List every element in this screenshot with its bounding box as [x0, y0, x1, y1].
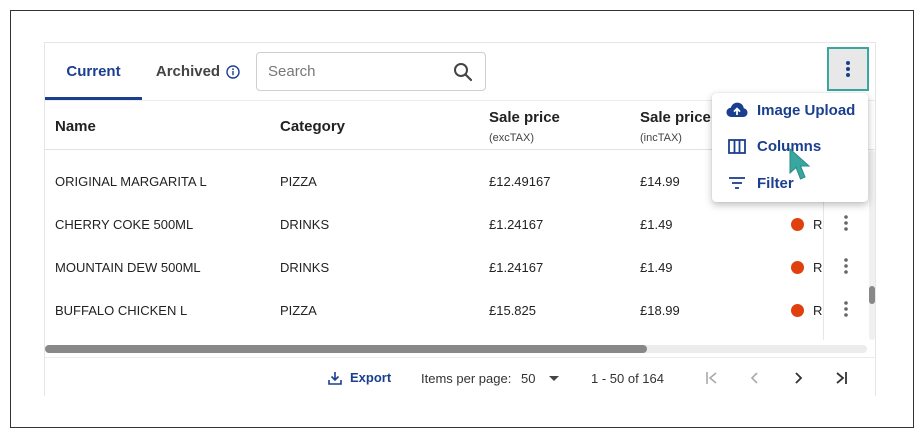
- column-header-label: Category: [280, 118, 346, 135]
- tab-archived-label: Archived: [155, 63, 221, 80]
- pagination-range: 1 - 50 of 164: [591, 371, 664, 386]
- cell-name: CHERRY COKE 500ML: [55, 217, 194, 232]
- tab-current[interactable]: Current: [45, 43, 142, 100]
- first-page-button[interactable]: [703, 369, 721, 387]
- search-icon[interactable]: [453, 62, 473, 82]
- chevron-right-icon: [795, 372, 803, 384]
- tab-current-label: Current: [66, 63, 121, 80]
- table-options-button[interactable]: [827, 47, 869, 91]
- more-vertical-icon: [846, 61, 850, 77]
- column-header-sublabel: (incTAX): [640, 132, 682, 144]
- column-header-sublabel: (excTAX): [489, 132, 535, 144]
- status-label: Re: [813, 217, 823, 232]
- column-header-name[interactable]: Name: [55, 118, 96, 135]
- cell-price-exc: £1.24167: [489, 217, 544, 232]
- vertical-scrollbar[interactable]: [869, 150, 875, 340]
- cloud-upload-icon: [726, 99, 748, 121]
- cell-price-inc: £14.99: [640, 174, 680, 189]
- table-row[interactable]: CHERRY COKE 500ML DRINKS £1.24167 £1.49 …: [45, 203, 823, 246]
- cell-name: ORIGINAL MARGARITA L: [55, 174, 207, 189]
- column-header-label: Sale price: [489, 109, 560, 126]
- export-label: Export: [350, 370, 392, 385]
- download-icon: [328, 371, 342, 385]
- mouse-cursor-icon: [789, 148, 811, 180]
- cell-category: PIZZA: [280, 174, 317, 189]
- column-header-label: Sale price: [640, 109, 711, 126]
- table-row[interactable]: MOUNTAIN DEW 500ML DRINKS £1.24167 £1.49…: [45, 246, 823, 289]
- filter-icon: [726, 172, 748, 194]
- export-button[interactable]: Export: [328, 370, 391, 385]
- cell-name: BUFFALO CHICKEN L: [55, 303, 188, 318]
- horizontal-scrollbar[interactable]: [45, 345, 867, 353]
- cell-category: PIZZA: [280, 303, 317, 318]
- column-header-sale-price-exc[interactable]: Sale price (excTAX): [489, 109, 560, 144]
- cell-category: DRINKS: [280, 260, 330, 275]
- column-header-label: Name: [55, 118, 96, 135]
- menu-item-label: Image Upload: [757, 101, 856, 119]
- row-more-button[interactable]: [836, 256, 856, 276]
- table-footer: Export Items per page: 50 1 - 50 of 164: [45, 357, 875, 396]
- cell-price-inc: £18.99: [640, 303, 680, 318]
- cell-price-inc: £1.49: [640, 217, 673, 232]
- status-dot: [791, 218, 804, 231]
- info-icon[interactable]: [226, 64, 240, 79]
- row-more-button[interactable]: [836, 299, 856, 319]
- cell-price-inc: £1.49: [640, 260, 673, 275]
- chevron-left-icon: [750, 372, 758, 384]
- first-page-icon: [706, 372, 717, 384]
- cell-category: DRINKS: [280, 217, 330, 232]
- cell-name: MOUNTAIN DEW 500ML: [55, 260, 201, 275]
- last-page-button[interactable]: [832, 369, 850, 387]
- cell-price-exc: £15.825: [489, 303, 536, 318]
- tab-bar: Current Archived: [45, 43, 254, 100]
- items-per-page-select[interactable]: 50: [521, 371, 560, 386]
- items-per-page-value: 50: [521, 371, 536, 386]
- status-label: Re: [813, 260, 823, 275]
- menu-item-image-upload[interactable]: Image Upload: [712, 93, 868, 127]
- items-per-page-label: Items per page:: [421, 371, 512, 386]
- last-page-icon: [836, 372, 847, 384]
- status-dot: [791, 261, 804, 274]
- status-dot: [791, 304, 804, 317]
- more-vertical-icon: [844, 215, 848, 231]
- dropdown-arrow-icon: [549, 375, 560, 381]
- previous-page-button[interactable]: [746, 369, 764, 387]
- tab-archived[interactable]: Archived: [142, 43, 254, 100]
- table-row[interactable]: ORIGINAL MARGARITA L PIZZA £12.49167 £14…: [45, 160, 823, 203]
- column-header-sale-price-inc[interactable]: Sale price (incTAX): [640, 109, 711, 144]
- status-label: Re: [813, 303, 823, 318]
- cell-price-exc: £1.24167: [489, 260, 544, 275]
- table-row[interactable]: BUFFALO CHICKEN L PIZZA £15.825 £18.99 R…: [45, 289, 823, 332]
- column-header-category[interactable]: Category: [280, 118, 345, 135]
- horizontal-scrollbar-thumb[interactable]: [45, 345, 647, 353]
- columns-icon: [726, 135, 748, 157]
- cell-price-exc: £12.49167: [489, 174, 551, 189]
- vertical-scrollbar-thumb[interactable]: [869, 286, 875, 304]
- next-page-button[interactable]: [789, 369, 807, 387]
- search-box: [256, 52, 486, 91]
- more-vertical-icon: [844, 301, 848, 317]
- search-input[interactable]: [268, 63, 448, 80]
- row-more-button[interactable]: [836, 213, 856, 233]
- more-vertical-icon: [844, 258, 848, 274]
